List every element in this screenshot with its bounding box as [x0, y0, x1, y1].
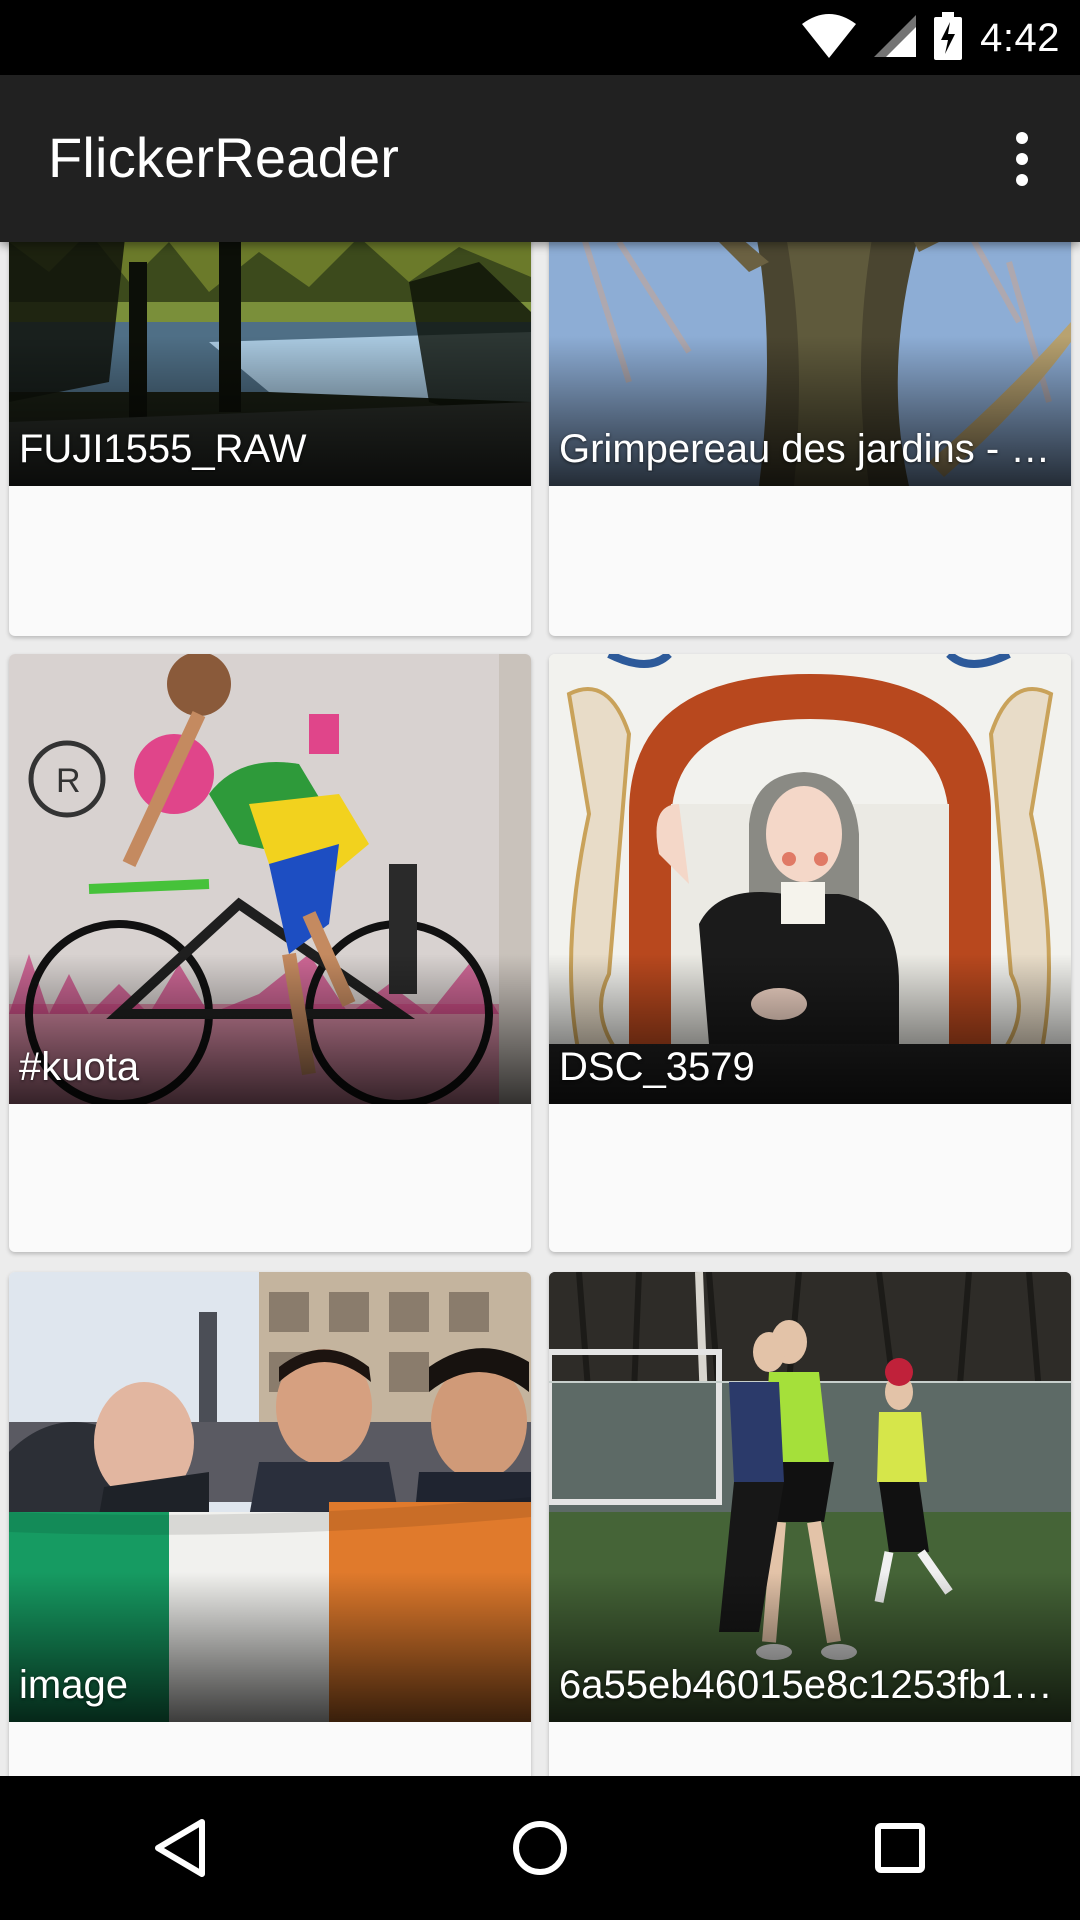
photo-card[interactable]: Grimpereau des jardins - Short-toed Tree…	[549, 242, 1071, 636]
photo-card[interactable]: R #kuota	[9, 654, 531, 1252]
navigation-bar	[0, 1776, 1080, 1920]
photo-card[interactable]: image	[9, 1272, 531, 1776]
photo-image: image	[9, 1272, 531, 1722]
home-button[interactable]	[485, 1793, 595, 1903]
photo-card[interactable]: 6a55eb46015e8c1253fb1b7c2b0e2a1d	[549, 1272, 1071, 1776]
recents-button[interactable]	[845, 1793, 955, 1903]
photo-card[interactable]: DSC_3579	[549, 654, 1071, 1252]
photo-title: 6a55eb46015e8c1253fb1b7c2b0e2a1d	[559, 1663, 1061, 1707]
photo-title: image	[19, 1663, 128, 1707]
photo-grid[interactable]: FUJI1555_RAW Grimpereau des jardins - Sh…	[0, 242, 1080, 1776]
svg-text:R: R	[56, 762, 81, 800]
photo-card[interactable]: FUJI1555_RAW	[9, 242, 531, 636]
back-button[interactable]	[125, 1793, 235, 1903]
photo-image: DSC_3579	[549, 654, 1071, 1104]
photo-image: FUJI1555_RAW	[9, 242, 531, 486]
recents-icon	[875, 1823, 925, 1873]
status-bar: 4:42	[0, 0, 1080, 75]
back-icon	[155, 1819, 205, 1877]
wifi-icon	[802, 13, 857, 63]
photo-title: Grimpereau des jardins - Short-toed Tree…	[559, 427, 1061, 471]
status-clock: 4:42	[980, 15, 1060, 60]
overflow-menu-button[interactable]	[992, 119, 1052, 199]
photo-title: FUJI1555_RAW	[19, 427, 307, 471]
photo-title: #kuota	[19, 1045, 140, 1089]
photo-image: 6a55eb46015e8c1253fb1b7c2b0e2a1d	[549, 1272, 1071, 1722]
home-icon	[513, 1821, 567, 1875]
photo-image: R #kuota	[9, 654, 531, 1104]
photo-title: DSC_3579	[559, 1045, 755, 1089]
app-bar: FlickerReader	[0, 75, 1080, 242]
photo-image: Grimpereau des jardins - Short-toed Tree…	[549, 242, 1071, 486]
app-title: FlickerReader	[48, 126, 400, 189]
status-icons: 4:42	[802, 11, 1060, 65]
battery-charging-icon	[934, 11, 963, 65]
cell-signal-icon	[874, 14, 917, 62]
overflow-menu-icon	[1016, 132, 1028, 144]
